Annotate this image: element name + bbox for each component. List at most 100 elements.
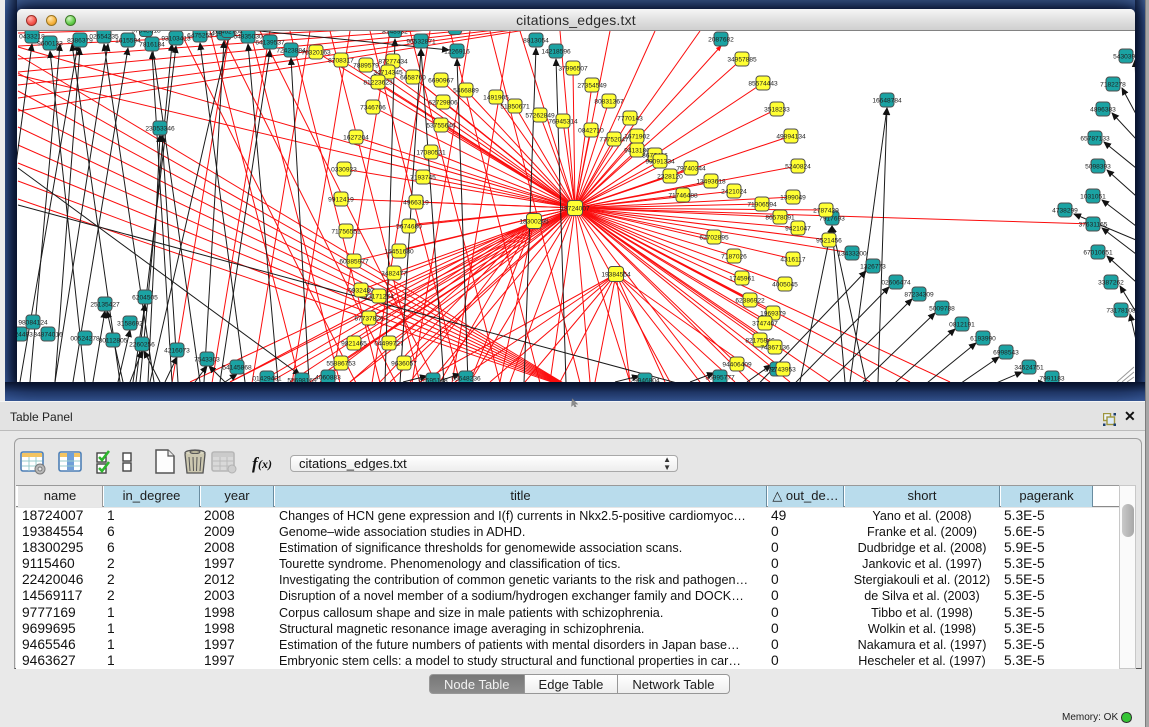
svg-text:71756551: 71756551 (331, 228, 361, 235)
svg-text:62702895: 62702895 (699, 234, 729, 241)
svg-text:73178108: 73178108 (1106, 307, 1135, 314)
svg-text:3747407: 3747407 (752, 320, 778, 327)
svg-text:87277434: 87277434 (378, 58, 408, 65)
svg-text:1491905: 1491905 (483, 94, 509, 101)
svg-text:85574443: 85574443 (748, 80, 778, 87)
svg-text:64139537: 64139537 (255, 39, 285, 46)
svg-text:18724007: 18724007 (560, 205, 590, 212)
svg-text:74367136: 74367136 (760, 344, 790, 351)
svg-text:3387262: 3387262 (1098, 279, 1124, 286)
svg-text:8813054: 8813054 (523, 37, 549, 44)
svg-text:49894134: 49894134 (776, 133, 806, 140)
svg-text:0812191: 0812191 (949, 321, 975, 328)
svg-text:80831367: 80831367 (594, 98, 624, 105)
svg-text:4216073: 4216073 (164, 347, 190, 354)
svg-text:18300295: 18300295 (519, 218, 549, 225)
svg-text:1671902: 1671902 (624, 133, 650, 140)
svg-text:99091334: 99091334 (645, 158, 675, 165)
svg-text:5240824: 5240824 (785, 163, 811, 170)
svg-text:1031051: 1031051 (1080, 193, 1106, 200)
svg-text:76945314: 76945314 (548, 118, 578, 125)
svg-text:65787133: 65787133 (1080, 135, 1110, 142)
svg-text:7543303: 7543303 (194, 356, 220, 363)
svg-text:27354549: 27354549 (577, 82, 607, 89)
svg-text:71746488: 71746488 (668, 192, 698, 199)
svg-text:9600133: 9600133 (37, 40, 63, 47)
svg-text:6658760: 6658760 (400, 74, 426, 81)
svg-text:7182278: 7182278 (1100, 81, 1126, 88)
svg-text:7187026: 7187026 (721, 253, 747, 260)
svg-text:37996507: 37996507 (558, 65, 588, 72)
svg-text:13493618: 13493618 (696, 178, 726, 185)
svg-text:17080531: 17080531 (416, 149, 446, 156)
svg-text:1326773: 1326773 (860, 263, 886, 270)
svg-text:94406409: 94406409 (722, 361, 752, 368)
svg-text:51462704: 51462704 (213, 31, 243, 35)
svg-text:9743953: 9743953 (770, 366, 796, 373)
svg-text:7816184: 7816184 (139, 41, 165, 48)
svg-text:80112805: 80112805 (99, 337, 128, 344)
svg-text:65648236: 65648236 (451, 375, 481, 382)
svg-text:3482477: 3482477 (381, 270, 407, 277)
svg-text:01429401: 01429401 (252, 375, 282, 382)
svg-text:0330923: 0330923 (331, 166, 357, 173)
svg-text:7193745: 7193745 (410, 174, 436, 181)
svg-text:6193990: 6193990 (970, 335, 996, 342)
svg-text:5674680: 5674680 (396, 223, 422, 230)
svg-text:60385977: 60385977 (339, 258, 369, 265)
svg-text:13171274: 13171274 (364, 293, 394, 300)
svg-text:96532871: 96532871 (406, 38, 436, 45)
svg-text:4966319: 4966319 (403, 199, 429, 206)
svg-text:1399049: 1399049 (780, 194, 806, 201)
svg-text:81223623: 81223623 (363, 79, 393, 86)
svg-text:14218596: 14218596 (541, 48, 571, 55)
svg-text:53755646: 53755646 (426, 122, 456, 129)
svg-text:67010651: 67010651 (1083, 249, 1113, 256)
svg-text:7346706: 7346706 (360, 104, 386, 111)
svg-text:36995777: 36995777 (705, 374, 735, 381)
svg-text:2087682: 2087682 (708, 36, 734, 43)
svg-text:7889579: 7889579 (353, 62, 379, 69)
svg-text:0433218: 0433218 (19, 33, 45, 40)
svg-text:34624751: 34624751 (1014, 364, 1044, 371)
svg-text:(x): (x) (258, 457, 272, 471)
svg-text:9636057: 9636057 (391, 360, 417, 367)
svg-text:15451680: 15451680 (384, 248, 414, 255)
svg-text:67737826: 67737826 (354, 315, 384, 322)
svg-text:3518233: 3518233 (764, 106, 790, 113)
svg-text:5430391: 5430391 (1113, 53, 1135, 60)
svg-text:6475255: 6475255 (187, 32, 213, 39)
svg-text:97848018: 97848018 (131, 31, 161, 34)
svg-text:1745961: 1745961 (729, 275, 755, 282)
svg-text:4738299: 4738299 (1052, 207, 1078, 214)
svg-text:1226916: 1226916 (444, 48, 470, 55)
svg-text:2328120: 2328120 (657, 173, 683, 180)
svg-text:25135427: 25135427 (90, 301, 120, 308)
svg-text:7991183: 7991183 (1039, 375, 1065, 382)
svg-text:5098393: 5098393 (1085, 163, 1111, 170)
svg-text:34957885: 34957885 (727, 56, 757, 63)
svg-text:34874016: 34874016 (33, 331, 63, 338)
svg-text:98084124: 98084124 (18, 319, 48, 326)
svg-text:6690967: 6690967 (428, 77, 454, 84)
svg-text:86578091: 86578091 (765, 214, 795, 221)
svg-text:13433200: 13433200 (837, 250, 867, 257)
svg-text:87234309: 87234309 (904, 291, 934, 298)
svg-text:28809570: 28809570 (440, 31, 470, 32)
svg-text:9421047: 9421047 (785, 225, 811, 232)
svg-text:4316117: 4316117 (780, 256, 806, 263)
svg-text:23053346: 23053346 (145, 125, 175, 132)
svg-text:79740344: 79740344 (676, 165, 706, 172)
svg-text:1615594: 1615594 (115, 37, 141, 44)
svg-text:54145868: 54145868 (222, 364, 252, 371)
svg-text:2421024: 2421024 (721, 188, 747, 195)
svg-text:9912419: 9912419 (328, 196, 354, 203)
svg-text:04499727: 04499727 (374, 340, 404, 347)
svg-text:0842710: 0842710 (578, 127, 604, 134)
svg-text:8148932: 8148932 (382, 31, 408, 35)
svg-text:62386922: 62386922 (735, 297, 765, 304)
svg-text:76320163: 76320163 (301, 49, 331, 56)
svg-text:37631165: 37631165 (1079, 221, 1108, 228)
svg-text:19384554: 19384554 (601, 271, 631, 278)
svg-text:2260256: 2260256 (129, 341, 155, 348)
